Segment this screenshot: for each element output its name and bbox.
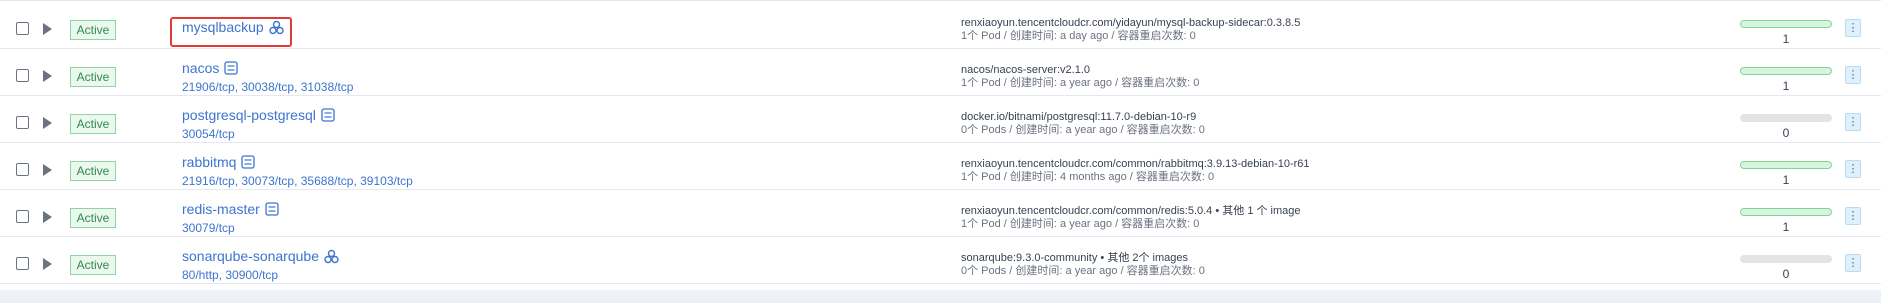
- pod-meta: 0个 Pods / 创建时间: a year ago / 容器重启次数: 0: [961, 265, 1205, 277]
- pod-meta: 1个 Pod / 创建时间: 4 months ago / 容器重启次数: 0: [961, 171, 1215, 183]
- service-icon: [224, 61, 239, 75]
- row-actions-button[interactable]: ⋮: [1845, 160, 1861, 178]
- pod-meta: 1个 Pod / 创建时间: a day ago / 容器重启次数: 0: [961, 30, 1196, 42]
- image-info: docker.io/bitnami/postgresql:11.7.0-debi…: [961, 111, 1205, 137]
- service-icon: [241, 155, 256, 169]
- pod-count: 1: [1782, 173, 1790, 187]
- service-icon: [265, 202, 279, 216]
- image-info: renxiaoyun.tencentcloudcr.com/yidayun/my…: [961, 17, 1300, 43]
- row-checkbox[interactable]: [16, 116, 29, 129]
- row-actions-button[interactable]: ⋮: [1845, 207, 1861, 225]
- port-list[interactable]: 30079/tcp: [182, 221, 279, 235]
- table-footer: [0, 290, 1881, 303]
- status-badge: Active: [70, 255, 116, 275]
- image-info: nacos/nacos-server:v2.1.0 1个 Pod / 创建时间:…: [961, 64, 1199, 90]
- workload-name-link[interactable]: sonarqube-sonarqube: [182, 248, 339, 264]
- expand-arrow-icon[interactable]: [43, 211, 52, 223]
- progress-fill: [1740, 208, 1832, 216]
- pod-count: 1: [1782, 220, 1790, 234]
- row-actions-button[interactable]: ⋮: [1845, 19, 1861, 37]
- port-list[interactable]: 21916/tcp, 30073/tcp, 35688/tcp, 39103/t…: [182, 174, 413, 188]
- row-actions-button[interactable]: ⋮: [1845, 113, 1861, 131]
- row-checkbox[interactable]: [16, 210, 29, 223]
- row-checkbox[interactable]: [16, 69, 29, 82]
- workload-name-link[interactable]: rabbitmq: [182, 154, 256, 170]
- table-row: Active nacos 21906/tcp, 30038/tcp, 31038…: [0, 48, 1881, 96]
- selection-highlight: [170, 17, 292, 47]
- workload-name-cell: redis-master 30079/tcp: [182, 201, 279, 235]
- pod-progress-bar: [1740, 255, 1832, 263]
- status-badge: Active: [70, 67, 116, 87]
- image-name: sonarqube:9.3.0-community • 其他 2个 images: [961, 252, 1189, 264]
- row-checkbox[interactable]: [16, 257, 29, 270]
- status-badge: Active: [70, 114, 116, 134]
- pod-count: 0: [1782, 267, 1790, 281]
- image-name: renxiaoyun.tencentcloudcr.com/common/red…: [961, 205, 1301, 217]
- pod-progress-bar: [1740, 20, 1832, 28]
- table-row: Active sonarqube-sonarqube 80/http, 3090…: [0, 236, 1881, 284]
- progress-fill: [1740, 161, 1832, 169]
- image-name: renxiaoyun.tencentcloudcr.com/common/rab…: [961, 158, 1310, 170]
- status-badge: Active: [70, 208, 116, 228]
- workload-name-cell: nacos 21906/tcp, 30038/tcp, 31038/tcp: [182, 60, 353, 94]
- workload-name: redis-master: [182, 201, 260, 217]
- row-actions-button[interactable]: ⋮: [1845, 66, 1861, 84]
- status-badge: Active: [70, 20, 116, 40]
- table-row: Active postgresql-postgresql 30054/tcp d…: [0, 95, 1881, 143]
- image-info: renxiaoyun.tencentcloudcr.com/common/red…: [961, 205, 1301, 231]
- table-row: Active redis-master 30079/tcp renxiaoyun…: [0, 189, 1881, 237]
- table-row: Active rabbitmq 21916/tcp, 30073/tcp, 35…: [0, 142, 1881, 190]
- pod-meta: 1个 Pod / 创建时间: a year ago / 容器重启次数: 0: [961, 218, 1200, 230]
- pod-count: 1: [1782, 32, 1790, 46]
- workload-name: postgresql-postgresql: [182, 107, 316, 123]
- image-name: nacos/nacos-server:v2.1.0: [961, 64, 1091, 76]
- row-actions-button[interactable]: ⋮: [1845, 254, 1861, 272]
- pod-meta: 1个 Pod / 创建时间: a year ago / 容器重启次数: 0: [961, 77, 1200, 89]
- expand-arrow-icon[interactable]: [43, 117, 52, 129]
- workload-name-cell: rabbitmq 21916/tcp, 30073/tcp, 35688/tcp…: [182, 154, 413, 188]
- image-info: renxiaoyun.tencentcloudcr.com/common/rab…: [961, 158, 1310, 184]
- workload-table: Active mysqlbackup renxiaoyun.tencentclo…: [0, 0, 1881, 289]
- image-info: sonarqube:9.3.0-community • 其他 2个 images…: [961, 252, 1205, 278]
- pod-progress-bar: [1740, 67, 1832, 75]
- workload-name: rabbitmq: [182, 154, 237, 170]
- port-list[interactable]: 21906/tcp, 30038/tcp, 31038/tcp: [182, 80, 353, 94]
- expand-arrow-icon[interactable]: [43, 23, 52, 35]
- pod-progress-bar: [1740, 161, 1832, 169]
- workload-name: nacos: [182, 60, 220, 76]
- workload-name-link[interactable]: redis-master: [182, 201, 279, 217]
- deployment-cluster-icon: [324, 249, 339, 264]
- progress-fill: [1740, 20, 1832, 28]
- port-list[interactable]: 80/http, 30900/tcp: [182, 268, 339, 282]
- pod-count: 1: [1782, 79, 1790, 93]
- pod-count: 0: [1782, 126, 1790, 140]
- expand-arrow-icon[interactable]: [43, 164, 52, 176]
- service-icon: [321, 108, 335, 122]
- row-checkbox[interactable]: [16, 22, 29, 35]
- image-name: docker.io/bitnami/postgresql:11.7.0-debi…: [961, 111, 1197, 123]
- expand-arrow-icon[interactable]: [43, 258, 52, 270]
- workload-name-link[interactable]: nacos: [182, 60, 239, 76]
- expand-arrow-icon[interactable]: [43, 70, 52, 82]
- port-list[interactable]: 30054/tcp: [182, 127, 335, 141]
- pod-progress-bar: [1740, 208, 1832, 216]
- status-badge: Active: [70, 161, 116, 181]
- progress-fill: [1740, 67, 1832, 75]
- workload-name-cell: postgresql-postgresql 30054/tcp: [182, 107, 335, 141]
- row-checkbox[interactable]: [16, 163, 29, 176]
- workload-name-link[interactable]: postgresql-postgresql: [182, 107, 335, 123]
- pod-progress-bar: [1740, 114, 1832, 122]
- image-name: renxiaoyun.tencentcloudcr.com/yidayun/my…: [961, 17, 1301, 29]
- pod-meta: 0个 Pods / 创建时间: a year ago / 容器重启次数: 0: [961, 124, 1205, 136]
- workload-name: sonarqube-sonarqube: [182, 248, 319, 264]
- workload-name-cell: sonarqube-sonarqube 80/http, 30900/tcp: [182, 248, 339, 282]
